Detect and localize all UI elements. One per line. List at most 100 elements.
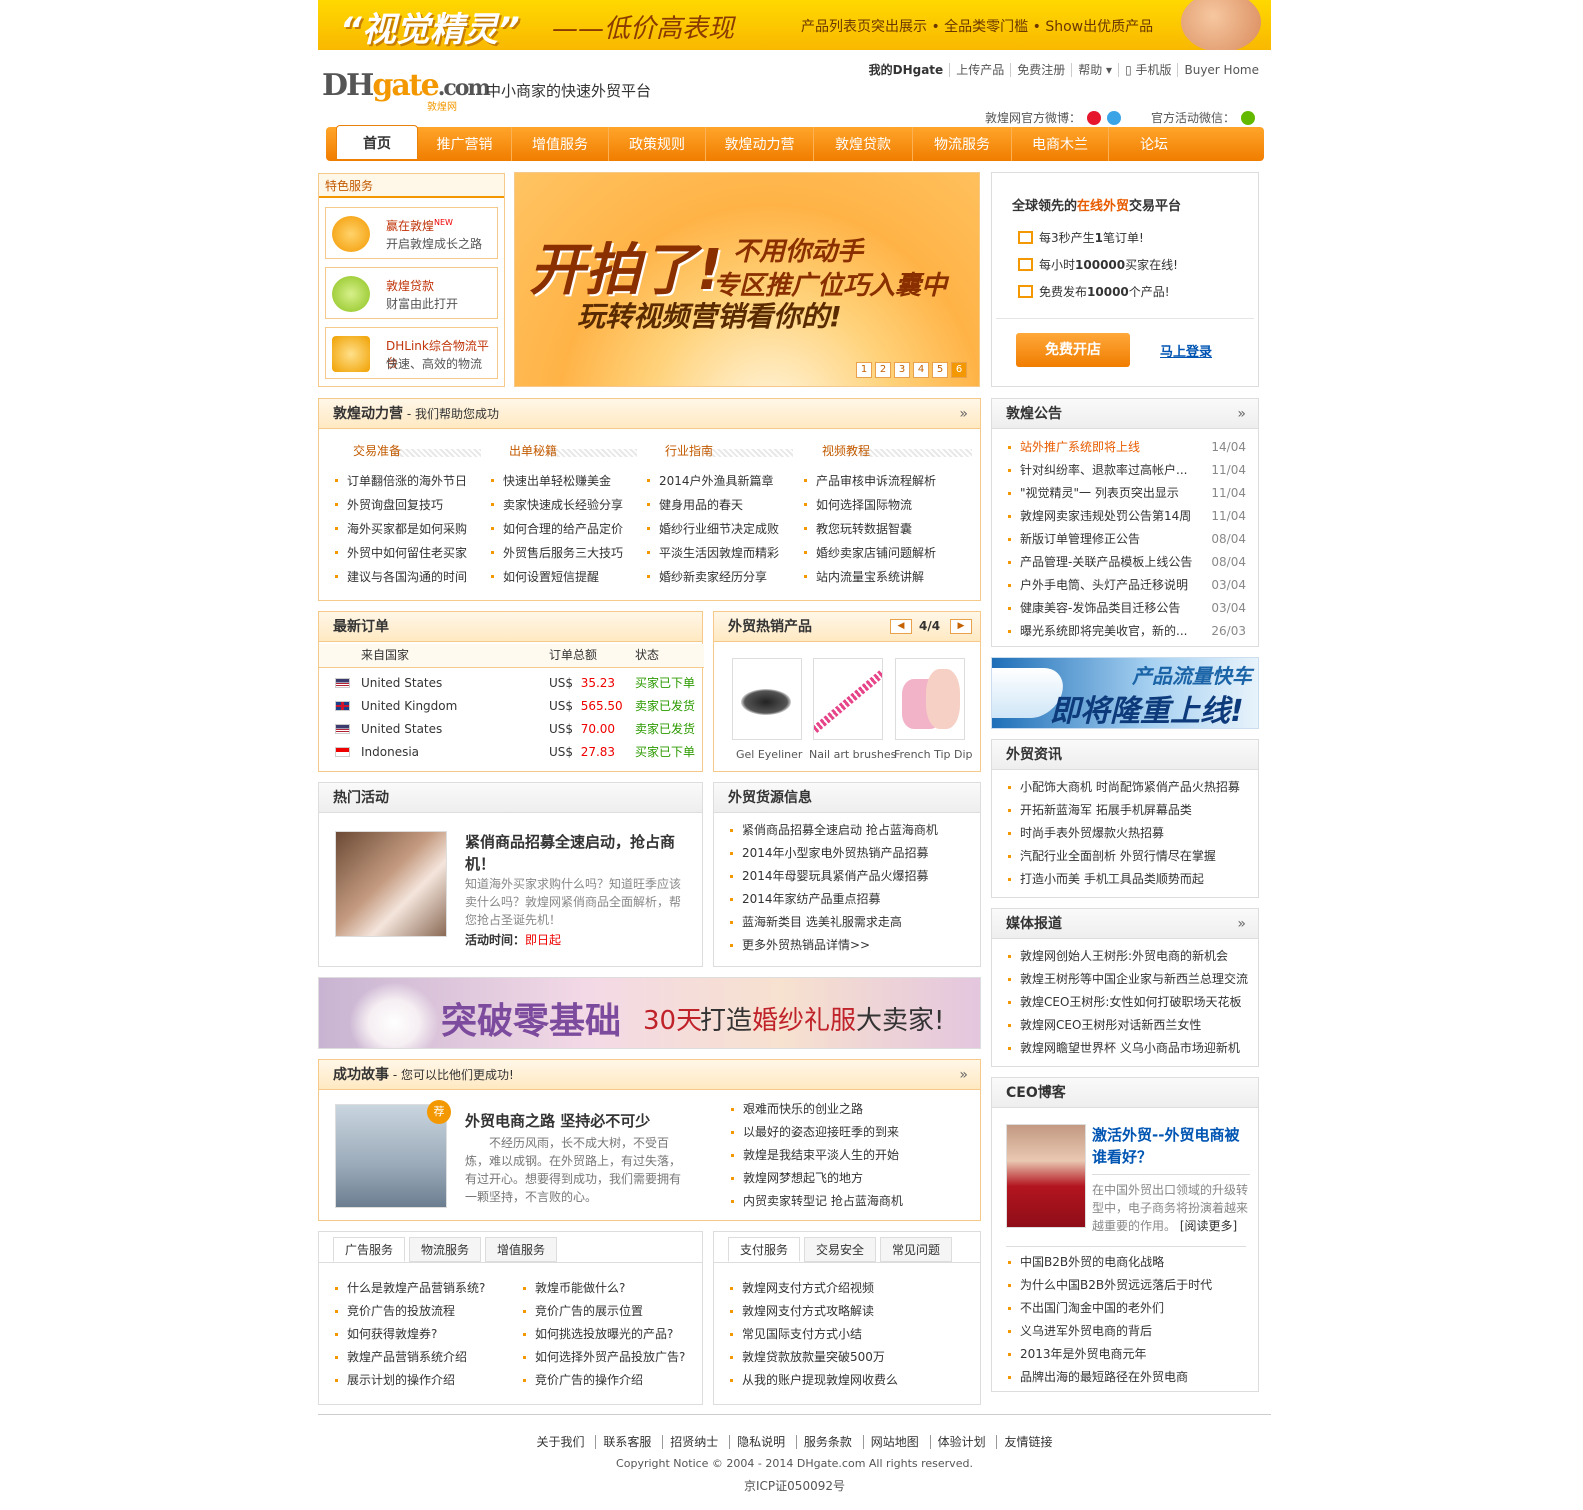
list-item[interactable]: 婚纱新卖家经历分享 [645,565,793,589]
list-item[interactable]: 敦煌王树彤等中国企业家与新西兰总理交流 [1006,968,1256,991]
nav-policy[interactable]: 政策规则 [609,127,706,161]
footer-link[interactable]: 友情链接 [996,1435,1060,1449]
list-item[interactable]: 海外买家都是如何采购 [333,517,481,541]
list-item[interactable]: 户外手电筒、头灯产品迁移说明 03/04 [1006,574,1246,597]
list-item[interactable]: 2014年小型家电外贸热销产品招募 [728,842,968,865]
prev-arrow-icon[interactable]: ◀ [890,619,912,634]
list-item[interactable]: 快速出单轻松赚美金 [489,469,637,493]
list-item[interactable]: 婚纱行业细节决定成败 [645,517,793,541]
footer-link[interactable]: 隐私说明 [729,1435,793,1449]
list-item[interactable]: 更多外贸热销品详情>> [728,934,968,957]
list-item[interactable]: 竞价广告的展示位置 [521,1300,701,1323]
service-dhlink[interactable]: DHLink综合物流平台 快速、高效的物流 [325,327,498,379]
list-item[interactable]: 2014年家纺产品重点招募 [728,888,968,911]
footer-link[interactable]: 服务条款 [795,1435,859,1449]
nav-value-added[interactable]: 增值服务 [512,127,609,161]
list-item[interactable]: 2013年是外贸电商元年 [1006,1343,1246,1366]
product-name[interactable]: Gel Eyeliner [736,748,802,761]
list-item[interactable]: 如何设置短信提醒 [489,565,637,589]
nav-promotion[interactable]: 推广营销 [418,127,512,161]
list-item[interactable]: 卖家快速成长经验分享 [489,493,637,517]
list-item[interactable]: 紧俏商品招募全速启动 抢占蓝海商机 [728,819,968,842]
slide-page-6[interactable]: 6 [951,362,967,378]
wechat-icon[interactable] [1241,110,1255,125]
ceo-photo[interactable] [1006,1124,1086,1228]
activity-image[interactable] [335,831,447,937]
list-item[interactable]: 建议与各国沟通的时间 [333,565,481,589]
more-arrow-icon[interactable]: » [1237,909,1246,939]
tab-value-added[interactable]: 增值服务 [485,1237,558,1262]
icp-license[interactable]: 京ICP证050092号 [318,1477,1271,1494]
tab-payment[interactable]: 支付服务 [728,1237,801,1262]
buyer-home-link[interactable]: Buyer Home [1177,63,1265,77]
list-item[interactable]: 敦煌贷款放款量突破500万 [728,1346,968,1369]
list-item[interactable]: 敦煌网支付方式介绍视频 [728,1277,968,1300]
list-item[interactable]: 开拓新蓝海军 拓展手机屏幕品类 [1006,799,1252,822]
register-link[interactable]: 免费注册 [1010,63,1071,77]
list-item[interactable]: 如何挑选投放曝光的产品? [521,1323,701,1346]
service-win-dhgate[interactable]: 赢在敦煌NEW 开启敦煌成长之路 [325,207,498,259]
wedding-banner[interactable]: 突破零基础 30天 打造 婚纱礼服 大卖家! [318,977,981,1049]
nav-home[interactable]: 首页 [336,125,418,159]
promo-slider[interactable]: 开拍了! 不用你动手 专区推广位巧入囊中 玩转视频营销看你的! 1 2 3 4 … [514,172,980,387]
list-item[interactable]: 外贸中如何留住老买家 [333,541,481,565]
traffic-express-banner[interactable]: 产品流量快车 即将隆重上线! [991,657,1259,729]
nav-logistics[interactable]: 物流服务 [913,127,1012,161]
upload-product-link[interactable]: 上传产品 [949,63,1010,77]
list-item[interactable]: 小配饰大商机 时尚配饰紧俏产品火热招募 [1006,776,1252,799]
read-more-link[interactable]: [阅读更多] [1180,1219,1237,1233]
nav-mulan[interactable]: 电商木兰 [1012,127,1109,161]
list-item[interactable]: 平淡生活因敦煌而精彩 [645,541,793,565]
slide-page-5[interactable]: 5 [932,362,948,378]
sina-weibo-icon[interactable] [1086,110,1101,125]
tencent-weibo-icon[interactable] [1106,110,1121,125]
list-item[interactable]: 敦煌网瞻望世界杯 义乌小商品市场迎新机 [1006,1037,1256,1060]
service-loan[interactable]: 敦煌贷款 财富由此打开 [325,267,498,319]
dhgate-logo[interactable]: DHgate.com 敦煌网 [322,68,491,113]
product-image[interactable] [732,658,802,740]
list-item[interactable]: 曝光系统即将完美收官，新的... 26/03 [1006,620,1246,643]
my-dhgate-link[interactable]: 我的DHgate [863,63,950,77]
footer-link[interactable]: 关于我们 [530,1435,592,1449]
list-item[interactable]: 婚纱卖家店铺问题解析 [802,541,972,565]
top-promo-banner[interactable]: “视觉精灵” ——低价高表现 产品列表页突出展示 • 全品类零门槛 • Show… [318,0,1271,50]
list-item[interactable]: 如何合理的给产品定价 [489,517,637,541]
login-link[interactable]: 马上登录 [1160,341,1212,360]
mobile-link[interactable]: ▯ 手机版 [1118,63,1177,77]
nav-dongli[interactable]: 敦煌动力营 [706,127,814,161]
list-item[interactable]: "视觉精灵"一 列表页突出显示 11/04 [1006,482,1246,505]
more-arrow-icon[interactable]: » [1237,399,1246,429]
activity-headline[interactable]: 紧俏商品招募全速启动，抢占商机！ [465,831,690,875]
list-item[interactable]: 站内流量宝系统讲解 [802,565,972,589]
list-item[interactable]: 展示计划的操作介绍 [333,1369,513,1392]
product-name[interactable]: Nail art brushes [809,748,896,761]
next-arrow-icon[interactable]: ▶ [950,619,972,634]
product-image[interactable] [895,658,965,740]
list-item[interactable]: 站外推广系统即将上线 14/04 [1006,436,1246,459]
slide-page-4[interactable]: 4 [913,362,929,378]
list-item[interactable]: 敦煌网CEO王树彤对话新西兰女性 [1006,1014,1256,1037]
list-item[interactable]: 以最好的姿态迎接旺季的到来 [729,1121,969,1144]
tab-security[interactable]: 交易安全 [804,1237,877,1262]
list-item[interactable]: 敦煌产品营销系统介绍 [333,1346,513,1369]
slide-page-3[interactable]: 3 [894,362,910,378]
list-item[interactable]: 竞价广告的操作介绍 [521,1369,701,1392]
list-item[interactable]: 艰难而快乐的创业之路 [729,1098,969,1121]
list-item[interactable]: 敦煌是我结束平淡人生的开始 [729,1144,969,1167]
list-item[interactable]: 敦煌CEO王树彤:女性如何打破职场天花板 [1006,991,1256,1014]
list-item[interactable]: 敦煌网卖家违规处罚公告第14周 11/04 [1006,505,1246,528]
product-image[interactable] [813,658,883,740]
list-item[interactable]: 产品审核申诉流程解析 [802,469,972,493]
more-arrow-icon[interactable]: » [959,1060,968,1090]
list-item[interactable]: 敦煌网梦想起飞的地方 [729,1167,969,1190]
list-item[interactable]: 什么是敦煌产品营销系统? [333,1277,513,1300]
list-item[interactable]: 针对纠纷率、退款率过高帐户... 11/04 [1006,459,1246,482]
slide-page-2[interactable]: 2 [875,362,891,378]
list-item[interactable]: 外贸询盘回复技巧 [333,493,481,517]
nav-forum[interactable]: 论坛 [1109,127,1199,161]
list-item[interactable]: 2014年母婴玩具紧俏产品火爆招募 [728,865,968,888]
tab-ad-services[interactable]: 广告服务 [333,1237,406,1262]
nav-loan[interactable]: 敦煌贷款 [814,127,913,161]
more-arrow-icon[interactable]: » [959,399,968,429]
list-item[interactable]: 品牌出海的最短路径在外贸电商 [1006,1366,1246,1389]
